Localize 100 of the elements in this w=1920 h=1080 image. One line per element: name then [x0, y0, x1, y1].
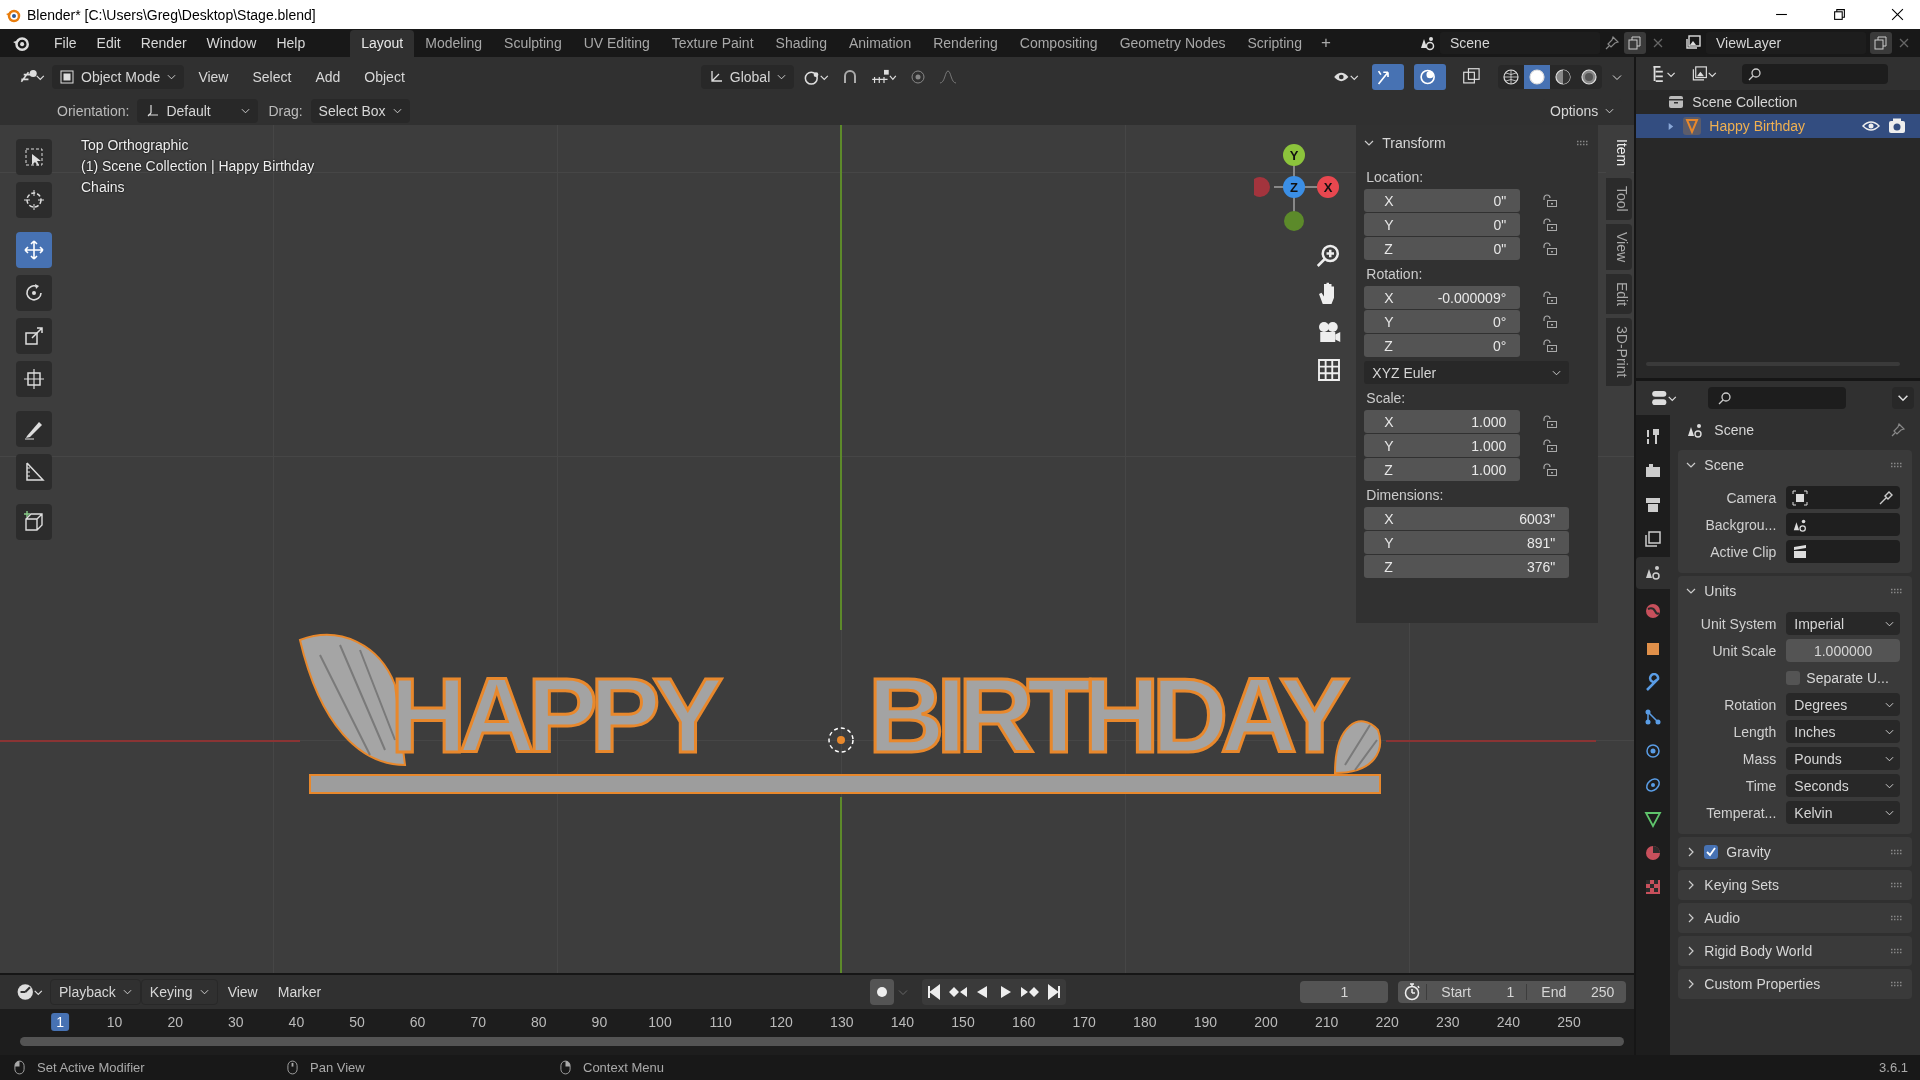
workspace-tab[interactable]: Sculpting: [493, 30, 573, 57]
chevron-icon[interactable]: [1364, 138, 1375, 148]
lock-icon[interactable]: [1542, 314, 1559, 329]
drag-handle-icon[interactable]: [1890, 981, 1904, 987]
add-workspace-button[interactable]: +: [1312, 29, 1339, 57]
axis-ball[interactable]: Z: [1283, 176, 1305, 198]
workspace-tab[interactable]: Shading: [764, 30, 838, 57]
end-frame-field[interactable]: End 250: [1526, 984, 1627, 1000]
axis-ball[interactable]: Y: [1283, 144, 1305, 166]
overlay-toggle-icon[interactable]: [1414, 64, 1447, 90]
duplicate-icon[interactable]: [1870, 32, 1892, 54]
object-field[interactable]: [1786, 486, 1900, 509]
checkbox[interactable]: [1786, 670, 1801, 685]
menu-item[interactable]: View: [217, 984, 268, 1000]
caret-icon[interactable]: [1892, 387, 1914, 409]
menu-item[interactable]: Window: [196, 35, 267, 51]
menu-dropdown[interactable]: Playback: [50, 979, 141, 1005]
move-tool[interactable]: [16, 232, 52, 268]
cursor-tool[interactable]: [16, 182, 52, 218]
duplicate-icon[interactable]: [1624, 32, 1646, 54]
dropdown[interactable]: Pounds: [1786, 747, 1900, 770]
checkbox[interactable]: [1704, 845, 1719, 859]
current-frame-field[interactable]: 1: [1300, 981, 1389, 1003]
lock-icon[interactable]: [1542, 462, 1559, 477]
sidebar-tab[interactable]: 3D-Print: [1606, 318, 1633, 386]
number-field[interactable]: X -0.000009°: [1364, 286, 1521, 309]
menu-item[interactable]: View: [188, 69, 239, 85]
number-field[interactable]: Y 891": [1364, 531, 1570, 554]
menu-item[interactable]: File: [44, 35, 87, 51]
orientation-dropdown[interactable]: Global: [700, 65, 795, 89]
annotate-tool[interactable]: [16, 411, 52, 447]
number-field[interactable]: Z 1.000: [1364, 458, 1521, 481]
lock-icon[interactable]: [1542, 338, 1559, 353]
dropdown[interactable]: Seconds: [1786, 774, 1900, 797]
eyedropper-icon[interactable]: [1878, 489, 1894, 506]
view-layer-field[interactable]: ViewLayer: [1706, 32, 1866, 54]
scene-icon[interactable]: [1418, 34, 1436, 52]
lock-icon[interactable]: [1542, 241, 1559, 256]
menu-item[interactable]: Select: [242, 69, 302, 85]
menu-item[interactable]: Add: [305, 69, 351, 85]
drag-handle-icon[interactable]: [1890, 849, 1904, 855]
panel-title[interactable]: Scene: [1704, 457, 1744, 473]
expand-arrow-icon[interactable]: [1666, 121, 1676, 131]
number-field[interactable]: Z 0°: [1364, 334, 1521, 357]
record-icon[interactable]: [870, 979, 895, 1005]
workspace-tab[interactable]: Scripting: [1236, 30, 1313, 57]
axis-ball[interactable]: X: [1317, 176, 1339, 198]
orientation-dropdown[interactable]: Default: [137, 99, 259, 123]
measure-tool[interactable]: [16, 454, 52, 490]
drag-handle-icon[interactable]: [1890, 882, 1904, 888]
solid-shading-icon[interactable]: [1524, 65, 1551, 89]
number-field[interactable]: X 1.000: [1364, 410, 1521, 433]
number-field[interactable]: Z 376": [1364, 555, 1570, 578]
add-cube-tool[interactable]: [16, 504, 52, 540]
dropdown[interactable]: Degrees: [1786, 693, 1900, 716]
menu-item[interactable]: Object: [354, 69, 415, 85]
lock-icon[interactable]: [1542, 193, 1559, 208]
object-field[interactable]: [1786, 540, 1900, 563]
object-field[interactable]: [1786, 513, 1900, 536]
mode-dropdown[interactable]: Object Mode: [52, 65, 185, 89]
dropdown[interactable]: Imperial: [1786, 612, 1900, 635]
panel-title[interactable]: Custom Properties: [1704, 976, 1821, 992]
chevron-icon[interactable]: [1686, 586, 1697, 596]
scale-tool[interactable]: [16, 318, 52, 354]
workspace-tab[interactable]: Texture Paint: [660, 30, 765, 57]
checkbox-label[interactable]: Separate U...: [1806, 669, 1889, 686]
scrollbar[interactable]: [20, 1037, 1625, 1046]
search-field[interactable]: [1708, 387, 1847, 409]
drag-dropdown[interactable]: Select Box: [310, 99, 410, 123]
search-field[interactable]: [1742, 63, 1889, 84]
transform-tool[interactable]: [16, 361, 52, 397]
sidebar-tab[interactable]: Edit: [1606, 274, 1633, 315]
start-frame-field[interactable]: Start 1: [1426, 984, 1527, 1000]
dropdown[interactable]: Kelvin: [1786, 801, 1900, 824]
menu-item[interactable]: Help: [266, 35, 316, 51]
workspace-tab[interactable]: Modeling: [414, 30, 494, 57]
lock-icon[interactable]: [1542, 414, 1559, 429]
workspace-tab[interactable]: Layout: [350, 30, 415, 57]
scene-icon[interactable]: [1636, 557, 1671, 589]
rotation-mode-dropdown[interactable]: XYZ Euler: [1364, 361, 1570, 384]
panel-title[interactable]: Keying Sets: [1704, 877, 1779, 893]
menu-item[interactable]: Marker: [267, 984, 332, 1000]
camera-icon[interactable]: [1888, 117, 1906, 135]
outliner-item[interactable]: Scene Collection: [1692, 94, 1798, 110]
drag-handle-icon[interactable]: [1890, 462, 1904, 468]
panel-title[interactable]: Transform: [1382, 135, 1446, 151]
panel-title[interactable]: Rigid Body World: [1704, 943, 1813, 959]
chevron-icon[interactable]: [1686, 460, 1697, 470]
workspace-tab[interactable]: Animation: [837, 30, 923, 57]
number-field[interactable]: 1.000000: [1786, 639, 1900, 662]
number-field[interactable]: Z 0": [1364, 237, 1521, 260]
drag-handle-icon[interactable]: [1576, 140, 1591, 146]
lock-icon[interactable]: [1542, 438, 1559, 453]
sidebar-tab[interactable]: Tool: [1606, 178, 1633, 220]
gizmo-toggle-icon[interactable]: [1372, 64, 1405, 90]
maximize-icon[interactable]: [1833, 8, 1846, 21]
scene-field[interactable]: Scene: [1440, 32, 1600, 54]
blender-logo-icon[interactable]: [12, 34, 30, 52]
number-field[interactable]: X 0": [1364, 189, 1521, 212]
menu-item[interactable]: Edit: [86, 35, 131, 51]
